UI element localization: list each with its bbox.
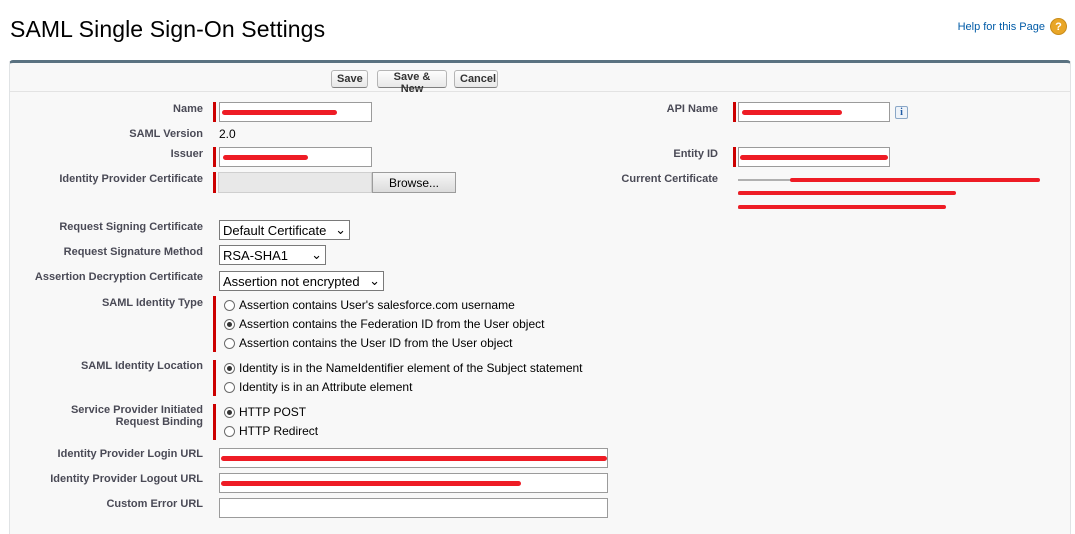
button-bar: Save Save & New Cancel: [10, 67, 1070, 95]
required-indicator: [733, 102, 736, 122]
request-signing-cert-label: Request Signing Certificate: [59, 221, 203, 233]
current-certificate-label: Current Certificate: [621, 173, 718, 185]
required-indicator: [213, 404, 216, 440]
required-indicator: [213, 172, 216, 193]
radio-button[interactable]: [224, 337, 235, 349]
saml-version-value: 2.0: [219, 127, 236, 141]
idp-login-url-label: Identity Provider Login URL: [57, 448, 203, 460]
sp-binding-option-post[interactable]: HTTP POST: [224, 405, 306, 419]
radio-button[interactable]: [224, 318, 235, 330]
required-indicator: [213, 360, 216, 396]
redaction-mark: [790, 178, 1040, 182]
custom-error-url-label: Custom Error URL: [106, 498, 203, 510]
idp-certificate-file-field[interactable]: [218, 172, 372, 193]
assertion-decryption-cert-value: Assertion not encrypted: [223, 273, 360, 289]
custom-error-url-input[interactable]: [219, 498, 608, 518]
radio-button[interactable]: [224, 362, 235, 374]
idp-logout-url-label: Identity Provider Logout URL: [50, 473, 203, 485]
identity-type-option-label: Assertion contains User's salesforce.com…: [239, 298, 515, 312]
saml-identity-location-label: SAML Identity Location: [80, 360, 203, 372]
help-link-label: Help for this Page: [957, 20, 1045, 33]
save-button[interactable]: Save: [331, 70, 368, 88]
radio-button[interactable]: [224, 406, 235, 418]
radio-button[interactable]: [224, 299, 235, 311]
redaction-mark: [223, 155, 308, 160]
page-title: SAML Single Sign-On Settings: [10, 16, 326, 42]
entity-id-label: Entity ID: [673, 148, 718, 160]
required-indicator: [213, 102, 216, 122]
saml-identity-type-label: SAML Identity Type: [101, 297, 203, 309]
sp-binding-label-line2: Request Binding: [115, 416, 203, 428]
assertion-decryption-cert-select[interactable]: Assertion not encrypted ⌄: [219, 271, 384, 291]
browse-button[interactable]: Browse...: [372, 172, 456, 193]
request-signature-method-select[interactable]: RSA-SHA1 ⌄: [219, 245, 326, 265]
identity-type-option-federation-id[interactable]: Assertion contains the Federation ID fro…: [224, 317, 544, 331]
save-new-button[interactable]: Save & New: [377, 70, 447, 95]
chevron-down-icon: ⌄: [311, 247, 322, 262]
redaction-mark: [221, 456, 607, 461]
request-signing-cert-value: Default Certificate: [223, 222, 327, 238]
redaction-mark: [742, 110, 842, 115]
info-icon[interactable]: i: [895, 106, 908, 119]
assertion-decryption-cert-label: Assertion Decryption Certificate: [34, 271, 203, 283]
sp-binding-option-label: HTTP POST: [239, 405, 307, 419]
identity-type-option-label: Assertion contains the Federation ID fro…: [239, 317, 545, 331]
cancel-button[interactable]: Cancel: [454, 70, 498, 88]
redaction-mark: [222, 110, 337, 115]
required-indicator: [213, 296, 216, 352]
radio-button[interactable]: [224, 425, 235, 437]
redaction-mark: [738, 205, 946, 209]
redaction-mark: [740, 155, 888, 160]
request-signature-method-label: Request Signature Method: [63, 246, 203, 258]
required-indicator: [733, 147, 736, 167]
redaction-mark: [738, 191, 956, 195]
sp-binding-option-label: HTTP Redirect: [239, 424, 319, 438]
chevron-down-icon: ⌄: [369, 273, 380, 288]
identity-type-option-user-id[interactable]: Assertion contains the User ID from the …: [224, 336, 512, 350]
radio-button[interactable]: [224, 381, 235, 393]
identity-location-option-attribute[interactable]: Identity is in an Attribute element: [224, 380, 412, 394]
identity-location-option-label: Identity is in an Attribute element: [239, 380, 413, 394]
sp-binding-label-line1: Service Provider Initiated: [70, 404, 203, 416]
required-indicator: [213, 147, 216, 167]
redaction-mark: [221, 481, 521, 486]
issuer-label: Issuer: [170, 148, 203, 160]
chevron-down-icon: ⌄: [335, 222, 346, 237]
name-label: Name: [173, 103, 203, 115]
identity-location-option-label: Identity is in the NameIdentifier elemen…: [239, 361, 583, 375]
idp-certificate-label: Identity Provider Certificate: [59, 173, 203, 185]
saml-version-label: SAML Version: [129, 128, 203, 140]
question-mark-icon[interactable]: ?: [1050, 18, 1067, 35]
identity-type-option-username[interactable]: Assertion contains User's salesforce.com…: [224, 298, 515, 312]
api-name-label: API Name: [666, 103, 718, 115]
identity-type-option-label: Assertion contains the User ID from the …: [239, 336, 513, 350]
identity-location-option-nameid[interactable]: Identity is in the NameIdentifier elemen…: [224, 361, 583, 375]
sp-binding-option-redirect[interactable]: HTTP Redirect: [224, 424, 318, 438]
request-signature-method-value: RSA-SHA1: [223, 247, 289, 263]
help-link[interactable]: Help for this Page ?: [958, 18, 1067, 35]
request-signing-cert-select[interactable]: Default Certificate ⌄: [219, 220, 350, 240]
